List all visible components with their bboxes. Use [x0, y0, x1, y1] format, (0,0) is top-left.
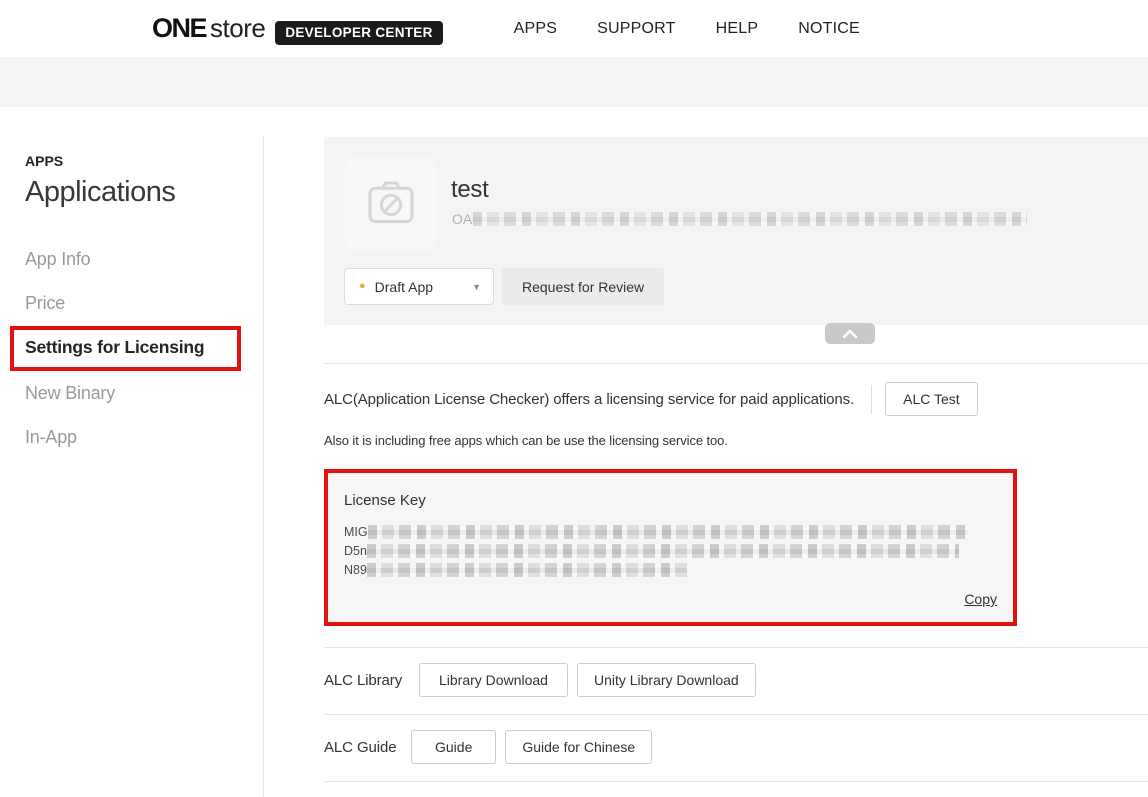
- vertical-separator: [871, 385, 872, 414]
- app-id-prefix: OA: [452, 211, 472, 227]
- nav-support[interactable]: SUPPORT: [597, 20, 675, 38]
- red-annotation-box-sidebar: Settings for Licensing: [10, 326, 241, 371]
- onestore-logo[interactable]: ONE store DEVELOPER CENTER: [152, 13, 443, 45]
- status-dot-icon: ●: [359, 281, 366, 292]
- chevron-down-icon: ▼: [472, 282, 481, 292]
- sidebar: APPS Applications App Info Price Setting…: [0, 137, 264, 797]
- key-prefix-1: MIG: [344, 525, 368, 539]
- sidebar-item-in-app[interactable]: In-App: [25, 427, 263, 448]
- license-key-line-2: D5n: [344, 541, 997, 560]
- nav-help[interactable]: HELP: [716, 20, 759, 38]
- app-id-redacted-blur: [473, 212, 1027, 226]
- alc-library-label: ALC Library: [324, 672, 419, 689]
- library-download-button[interactable]: Library Download: [419, 663, 568, 697]
- app-icon-placeholder: [344, 157, 437, 250]
- alc-guide-label: ALC Guide: [324, 739, 411, 756]
- license-key-line-1: MIG: [344, 522, 997, 541]
- section-divider: [324, 714, 1148, 715]
- app-status-row: ● Draft App ▼ Request for Review: [344, 268, 664, 305]
- nav-notice[interactable]: NOTICE: [798, 20, 860, 38]
- unity-library-download-button[interactable]: Unity Library Download: [577, 663, 756, 697]
- request-for-review-button[interactable]: Request for Review: [502, 268, 664, 305]
- section-divider: [324, 781, 1148, 782]
- license-key-redacted-blur-2: [367, 544, 959, 558]
- copy-license-key-link[interactable]: Copy: [964, 591, 997, 607]
- top-header: ONE store DEVELOPER CENTER APPS SUPPORT …: [0, 0, 1148, 57]
- app-status-dropdown[interactable]: ● Draft App ▼: [344, 268, 494, 305]
- logo-store-text: store: [210, 13, 265, 44]
- key-prefix-2: D5n: [344, 544, 367, 558]
- alc-description: ALC(Application License Checker) offers …: [324, 391, 854, 408]
- app-status-value: Draft App: [375, 279, 472, 295]
- license-key-label: License Key: [344, 492, 997, 509]
- collapse-panel-button[interactable]: [825, 323, 875, 344]
- app-name: test: [451, 176, 488, 204]
- license-key-box red-annotation-box: License Key MIG D5n N89 Copy: [324, 469, 1017, 626]
- sidebar-title: Applications: [25, 176, 263, 209]
- section-divider: [324, 363, 1148, 364]
- license-key-redacted-blur-3: [367, 563, 687, 577]
- license-key-line-3: N89: [344, 560, 997, 579]
- guide-for-chinese-button[interactable]: Guide for Chinese: [505, 730, 652, 764]
- alc-library-row: ALC Library Library Download Unity Libra…: [324, 663, 1148, 697]
- sub-header-band: [0, 57, 1148, 107]
- sidebar-item-settings-for-licensing[interactable]: Settings for Licensing: [25, 337, 237, 358]
- alc-test-button[interactable]: ALC Test: [885, 382, 978, 416]
- key-prefix-3: N89: [344, 563, 367, 577]
- sidebar-item-app-info[interactable]: App Info: [25, 249, 263, 270]
- app-header-panel: test OA ● Draft App ▼ Request for Review: [324, 137, 1148, 325]
- section-divider: [324, 647, 1148, 648]
- app-id-line: OA: [452, 211, 1027, 227]
- chevron-up-icon: [842, 329, 858, 338]
- main-content: test OA ● Draft App ▼ Request for Review: [324, 137, 1148, 797]
- nav-apps[interactable]: APPS: [514, 20, 558, 38]
- sidebar-section-label: APPS: [25, 153, 263, 169]
- guide-button[interactable]: Guide: [411, 730, 496, 764]
- license-key-redacted-blur-1: [368, 525, 968, 539]
- camera-no-image-icon: [363, 179, 419, 229]
- alc-free-apps-note: Also it is including free apps which can…: [324, 433, 1148, 448]
- sidebar-item-new-binary[interactable]: New Binary: [25, 383, 263, 404]
- developer-center-badge: DEVELOPER CENTER: [275, 21, 442, 45]
- logo-one-text: ONE: [152, 13, 206, 44]
- alc-guide-row: ALC Guide Guide Guide for Chinese: [324, 730, 1148, 764]
- sidebar-item-price[interactable]: Price: [25, 293, 263, 314]
- top-nav: APPS SUPPORT HELP NOTICE: [514, 20, 860, 38]
